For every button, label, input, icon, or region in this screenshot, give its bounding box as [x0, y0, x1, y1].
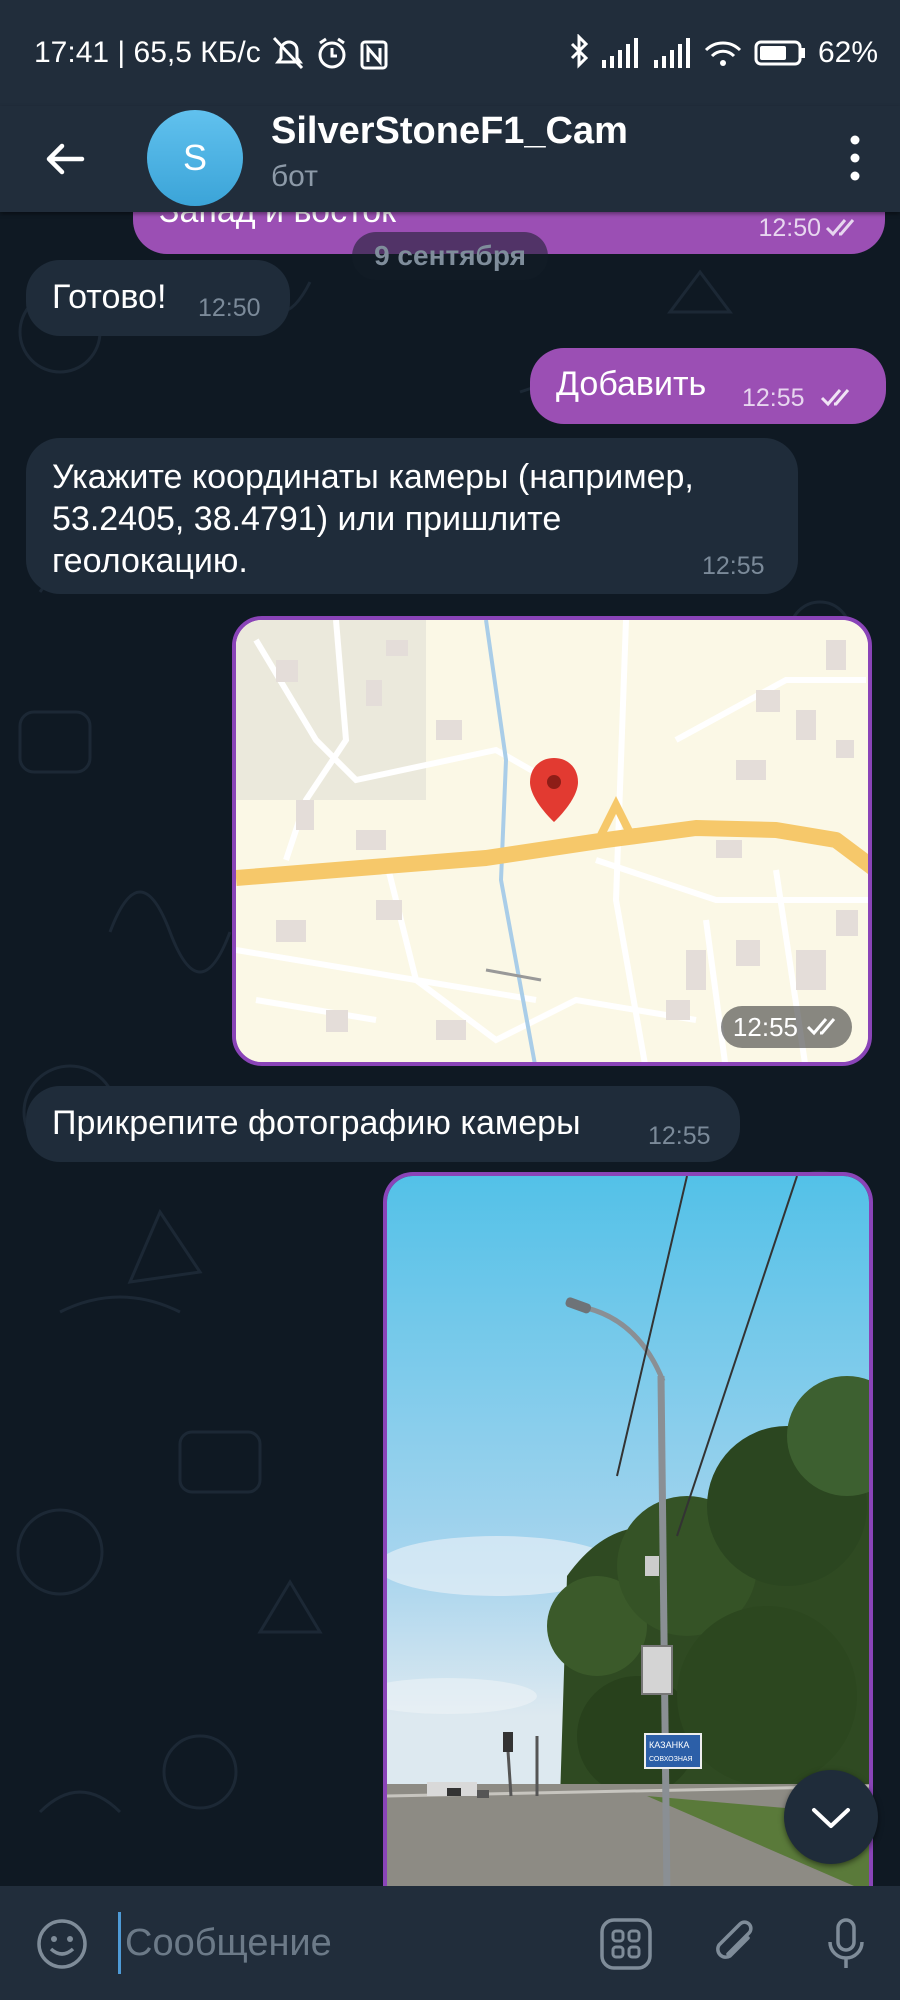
- chat-header: S SilverStoneF1_Cam бот: [0, 106, 900, 212]
- message-composer: [0, 1886, 900, 2000]
- chevron-down-icon: [812, 1808, 850, 1828]
- bot-commands-icon[interactable]: [598, 1916, 654, 1972]
- message-incoming[interactable]: Прикрепите фотографию камеры 12:55: [26, 1086, 740, 1162]
- message-text-line: 53.2405, 38.4791) или пришлите: [52, 500, 562, 538]
- avatar[interactable]: S: [147, 110, 243, 206]
- more-vertical-icon[interactable]: [840, 130, 870, 186]
- message-text: Добавить: [556, 365, 707, 403]
- message-text-line: Укажите координаты камеры (например,: [52, 458, 694, 496]
- microphone-icon[interactable]: [818, 1916, 874, 1972]
- message-text: Запад и восток: [159, 212, 396, 232]
- battery-percent: 62%: [818, 36, 879, 69]
- back-arrow-icon[interactable]: [40, 134, 90, 184]
- chat-area[interactable]: Запад и восток 12:50 9 сентября Готово! …: [0, 212, 900, 1886]
- emoji-icon[interactable]: [34, 1916, 90, 1972]
- message-time: 12:55: [742, 384, 805, 412]
- message-incoming[interactable]: Укажите координаты камеры (например, 53.…: [26, 438, 798, 594]
- message-time: 12:50: [198, 294, 261, 322]
- double-check-icon: [825, 219, 855, 237]
- message-text: Прикрепите фотографию камеры: [52, 1104, 581, 1142]
- message-text: Готово!: [52, 278, 167, 316]
- status-bar: 17:41 | 65,5 КБ/с 62%: [0, 0, 900, 106]
- message-input[interactable]: [118, 1912, 577, 1974]
- avatar-letter: S: [182, 137, 207, 178]
- double-check-icon: [806, 1018, 836, 1036]
- road-sign-line: СОВХОЗНАЯ: [649, 1756, 693, 1763]
- map-preview: [236, 620, 868, 1062]
- location-time: 12:55: [720, 1006, 852, 1048]
- status-time-speed: 17:41 | 65,5 КБ/с: [34, 36, 261, 69]
- chat-subtitle: бот: [271, 160, 318, 193]
- attach-icon[interactable]: [708, 1916, 764, 1972]
- message-time: 12:55: [648, 1122, 711, 1150]
- message-time: 12:55: [702, 552, 765, 580]
- scroll-down-button[interactable]: [784, 1770, 878, 1864]
- road-sign-line: КАЗАНКА: [649, 1740, 689, 1750]
- message-outgoing[interactable]: Добавить 12:55: [530, 348, 886, 424]
- connectivity-icons: [570, 34, 805, 69]
- message-time: 12:55: [732, 1012, 798, 1042]
- message-time: 12:50: [758, 214, 821, 242]
- double-check-icon: [820, 389, 850, 407]
- message-incoming[interactable]: Готово! 12:50: [26, 260, 290, 336]
- location-message[interactable]: 12:55: [232, 616, 872, 1066]
- chat-title[interactable]: SilverStoneF1_Cam: [271, 110, 628, 153]
- message-text-line: геолокацию.: [52, 542, 248, 580]
- date-separator: 9 сентября: [352, 232, 548, 280]
- notification-icons: [272, 36, 388, 70]
